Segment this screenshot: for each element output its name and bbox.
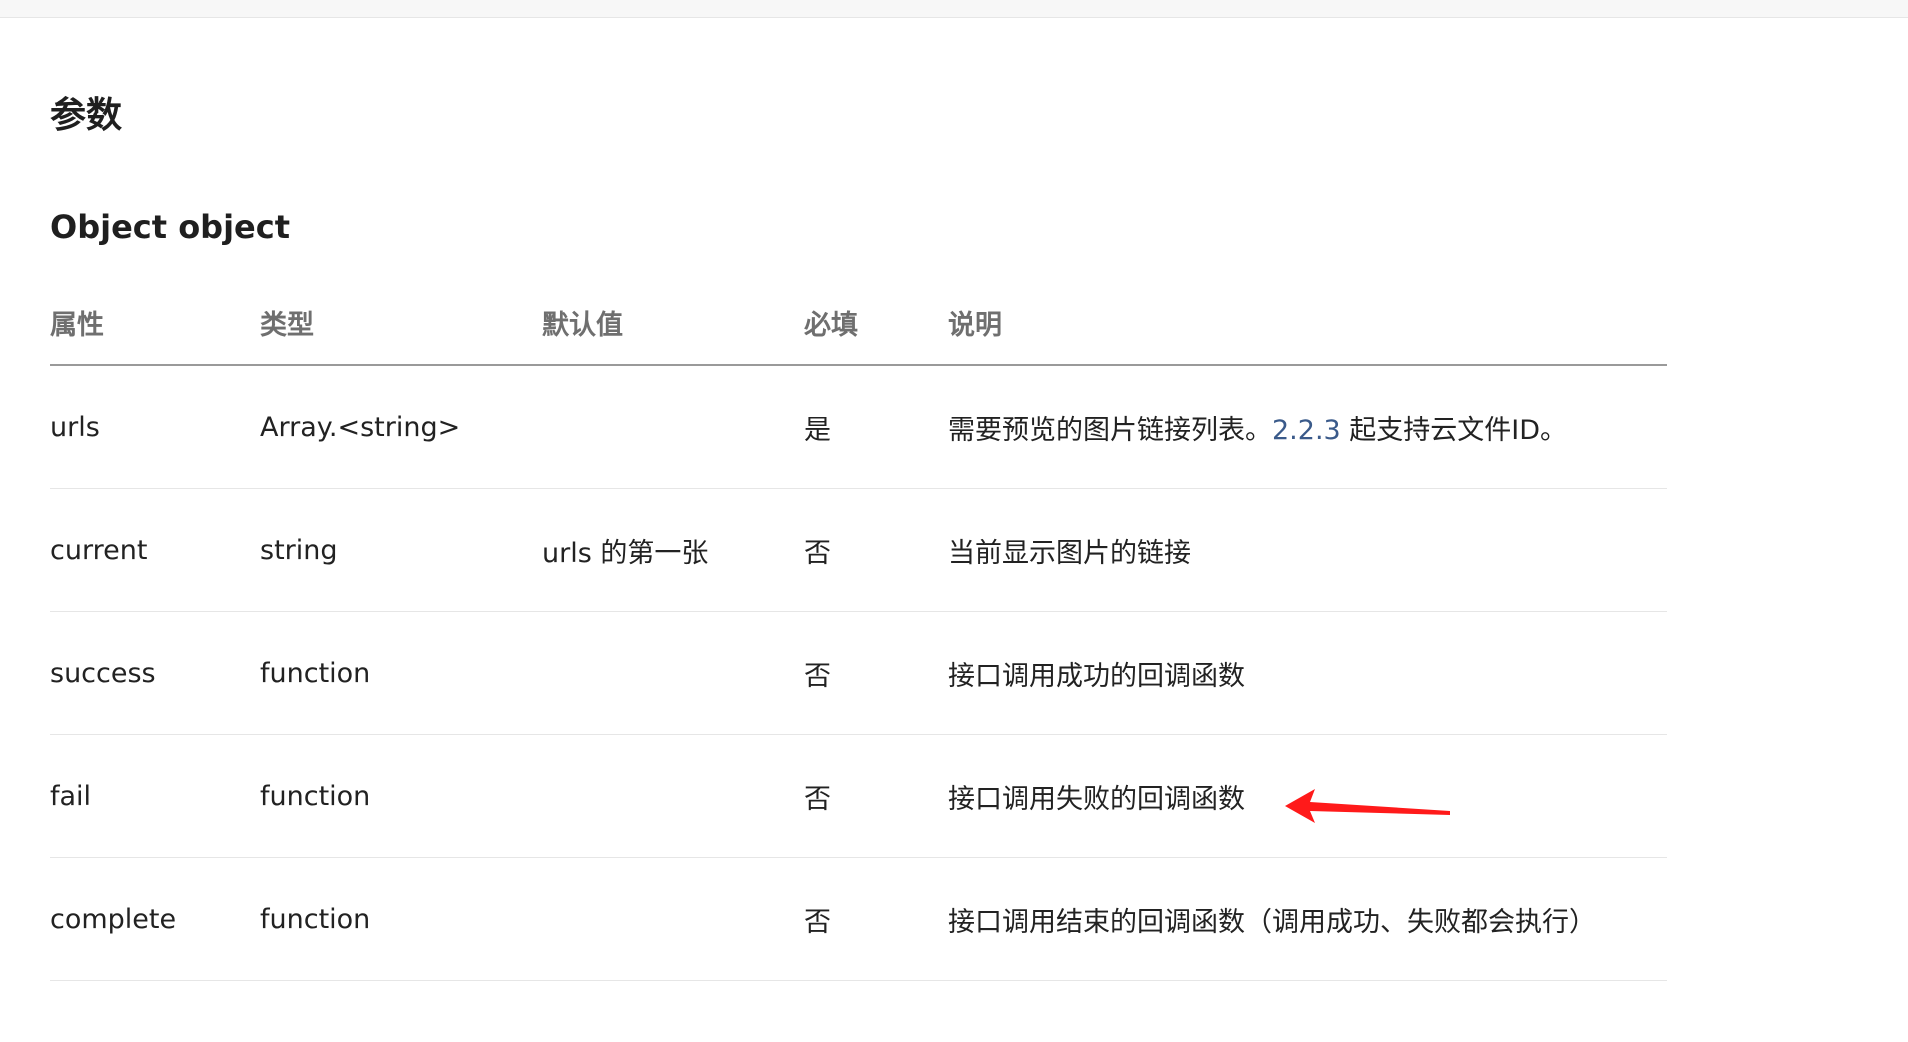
cell-type: Array.<string>: [260, 365, 542, 489]
top-bar-strip: [0, 0, 1908, 18]
cell-default: [542, 611, 804, 735]
red-arrow-icon: [1285, 789, 1450, 823]
cell-type: function: [260, 857, 542, 981]
cell-required: 否: [804, 734, 948, 858]
cell-description: 接口调用结束的回调函数（调用成功、失败都会执行）: [948, 857, 1667, 981]
version-link[interactable]: 2.2.3: [1272, 415, 1341, 446]
cell-required: 否: [804, 611, 948, 735]
cell-type: function: [260, 611, 542, 735]
header-description: 说明: [948, 280, 1667, 366]
section-title: 参数: [50, 95, 123, 136]
table-row-complete: complete function 否 接口调用结束的回调函数（调用成功、失败都…: [50, 857, 1667, 981]
cell-type: string: [260, 488, 542, 612]
cell-default: urls 的第一张: [542, 488, 804, 612]
desc-text-after: 起支持云文件ID。: [1340, 414, 1568, 446]
cell-description: 接口调用成功的回调函数: [948, 611, 1667, 735]
table-row-success: success function 否 接口调用成功的回调函数: [50, 611, 1667, 735]
cell-required: 否: [804, 488, 948, 612]
header-required: 必填: [804, 280, 948, 366]
params-table: 属性 类型 默认值 必填 说明 urls Array.<string> 是 需要…: [50, 280, 1667, 981]
cell-required: 是: [804, 365, 948, 489]
cell-type: function: [260, 734, 542, 858]
table-row-current: current string urls 的第一张 否 当前显示图片的链接: [50, 488, 1667, 612]
object-title: Object object: [50, 208, 291, 246]
cell-default: [542, 857, 804, 981]
cell-required: 否: [804, 857, 948, 981]
header-property: 属性: [50, 280, 260, 366]
cell-name: success: [50, 611, 260, 735]
cell-default: [542, 365, 804, 489]
cell-name: urls: [50, 365, 260, 489]
header-type: 类型: [260, 280, 542, 366]
cell-name: complete: [50, 857, 260, 981]
header-default: 默认值: [542, 280, 804, 366]
desc-text: 需要预览的图片链接列表。: [948, 414, 1272, 446]
cell-description: 需要预览的图片链接列表。2.2.3 起支持云文件ID。: [948, 365, 1667, 489]
cell-name: current: [50, 488, 260, 612]
cell-name: fail: [50, 734, 260, 858]
table-row-urls: urls Array.<string> 是 需要预览的图片链接列表。2.2.3 …: [50, 365, 1667, 489]
table-header-row: 属性 类型 默认值 必填 说明: [50, 280, 1667, 366]
cell-default: [542, 734, 804, 858]
cell-description: 当前显示图片的链接: [948, 488, 1667, 612]
